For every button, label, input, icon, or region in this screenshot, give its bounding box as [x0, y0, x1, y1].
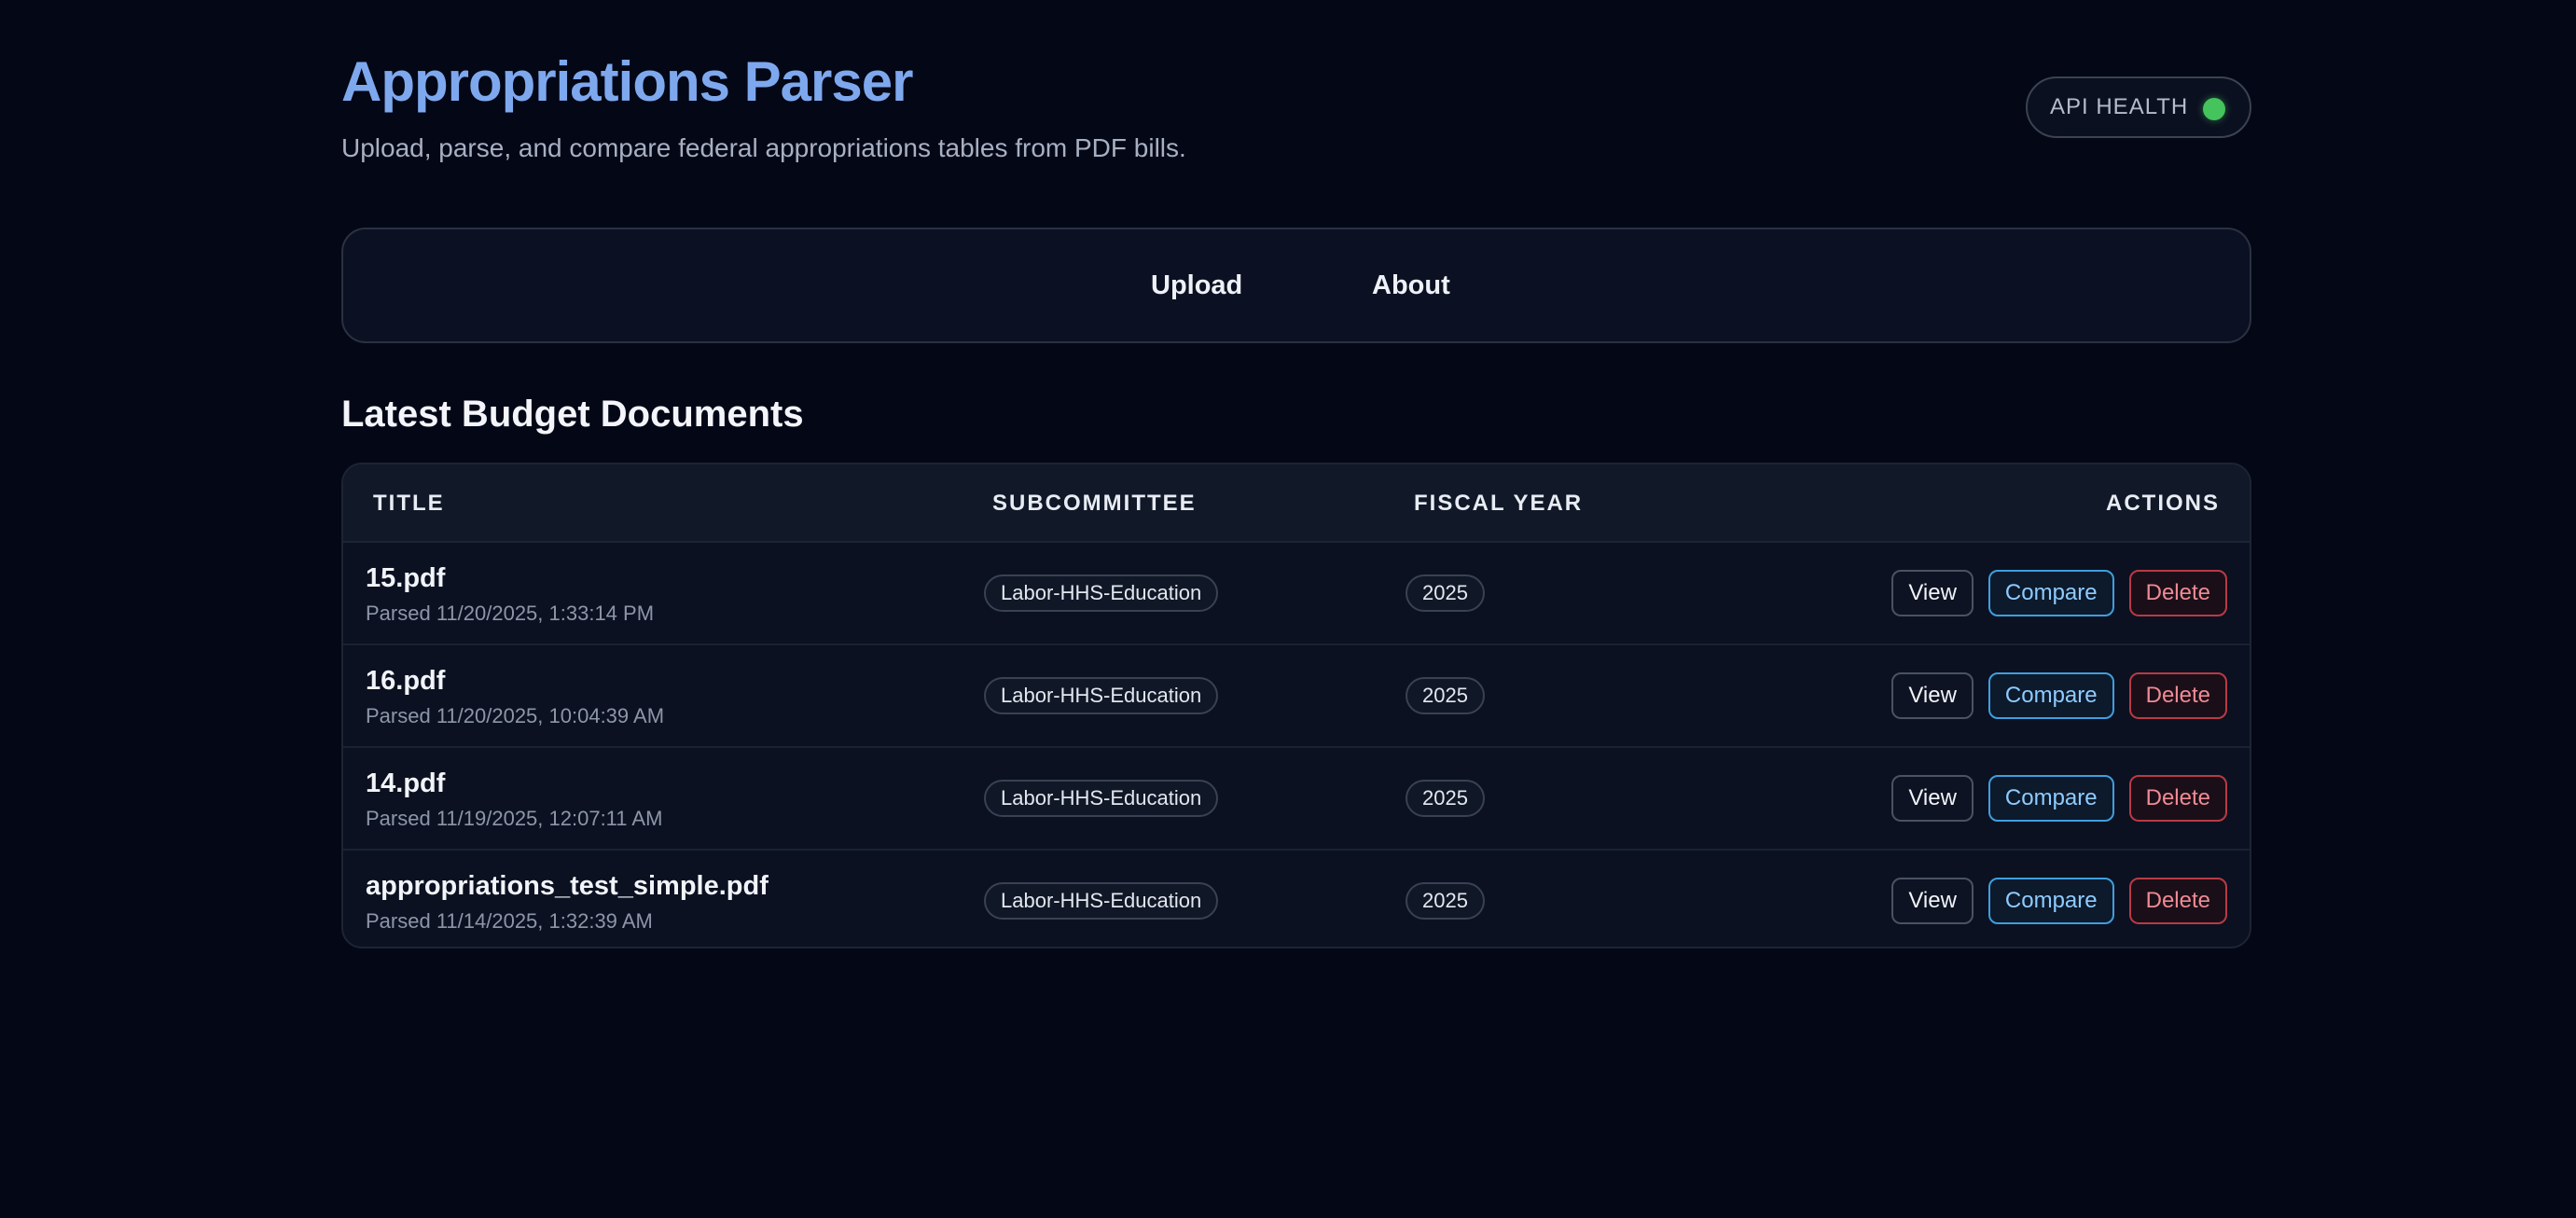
row-actions: View Compare Delete	[1891, 570, 2227, 616]
page-header: Appropriations Parser Upload, parse, and…	[341, 0, 2251, 228]
column-header-actions: ACTIONS	[2106, 491, 2220, 516]
api-health-indicator[interactable]: API HEALTH	[2026, 76, 2251, 138]
row-actions: View Compare Delete	[1891, 672, 2227, 719]
delete-button[interactable]: Delete	[2128, 775, 2227, 822]
parsed-timestamp: Parsed 11/20/2025, 1:33:14 PM	[366, 602, 655, 625]
row-actions: View Compare Delete	[1891, 878, 2227, 924]
view-button[interactable]: View	[1891, 878, 1974, 924]
subcommittee-badge: Labor-HHS-Education	[984, 677, 1219, 714]
compare-button[interactable]: Compare	[1987, 878, 2114, 924]
table-row: appropriations_test_simple.pdf Parsed 11…	[343, 851, 2250, 947]
document-title: appropriations_test_simple.pdf	[366, 871, 769, 901]
parsed-timestamp: Parsed 11/19/2025, 12:07:11 AM	[366, 807, 663, 830]
column-header-fiscal-year: FISCAL YEAR	[1414, 491, 1584, 516]
subcommittee-badge: Labor-HHS-Education	[984, 780, 1219, 817]
app-title: Appropriations Parser	[341, 50, 913, 113]
nav-upload-link[interactable]: Upload	[1151, 267, 1242, 304]
parsed-timestamp: Parsed 11/14/2025, 1:32:39 AM	[366, 909, 653, 933]
column-header-title: TITLE	[373, 491, 445, 516]
nav-about-link[interactable]: About	[1372, 267, 1450, 304]
row-actions: View Compare Delete	[1891, 775, 2227, 822]
documents-table: TITLE SUBCOMMITTEE FISCAL YEAR ACTIONS 1…	[341, 463, 2251, 948]
app-container: Appropriations Parser Upload, parse, and…	[341, 0, 2251, 948]
parsed-timestamp: Parsed 11/20/2025, 10:04:39 AM	[366, 704, 665, 727]
fiscal-year-badge: 2025	[1406, 574, 1485, 612]
fiscal-year-badge: 2025	[1406, 677, 1485, 714]
column-header-subcommittee: SUBCOMMITTEE	[992, 491, 1197, 516]
table-row: 16.pdf Parsed 11/20/2025, 10:04:39 AM La…	[343, 645, 2250, 748]
view-button[interactable]: View	[1891, 672, 1974, 719]
main-nav: Upload About	[341, 228, 2251, 343]
document-title: 15.pdf	[366, 563, 446, 593]
document-title: 16.pdf	[366, 666, 446, 696]
fiscal-year-badge: 2025	[1406, 780, 1485, 817]
section-title: Latest Budget Documents	[341, 394, 804, 435]
table-header: TITLE SUBCOMMITTEE FISCAL YEAR ACTIONS	[343, 464, 2250, 543]
view-button[interactable]: View	[1891, 570, 1974, 616]
table-row: 15.pdf Parsed 11/20/2025, 1:33:14 PM Lab…	[343, 543, 2250, 645]
document-title: 14.pdf	[366, 768, 446, 798]
table-row: 14.pdf Parsed 11/19/2025, 12:07:11 AM La…	[343, 748, 2250, 851]
delete-button[interactable]: Delete	[2128, 672, 2227, 719]
delete-button[interactable]: Delete	[2128, 570, 2227, 616]
delete-button[interactable]: Delete	[2128, 878, 2227, 924]
view-button[interactable]: View	[1891, 775, 1974, 822]
compare-button[interactable]: Compare	[1987, 570, 2114, 616]
compare-button[interactable]: Compare	[1987, 672, 2114, 719]
api-health-label: API HEALTH	[2050, 94, 2189, 119]
app-subtitle: Upload, parse, and compare federal appro…	[341, 133, 1186, 162]
subcommittee-badge: Labor-HHS-Education	[984, 574, 1219, 612]
compare-button[interactable]: Compare	[1987, 775, 2114, 822]
subcommittee-badge: Labor-HHS-Education	[984, 882, 1219, 920]
health-status-dot-icon	[2203, 98, 2225, 120]
fiscal-year-badge: 2025	[1406, 882, 1485, 920]
